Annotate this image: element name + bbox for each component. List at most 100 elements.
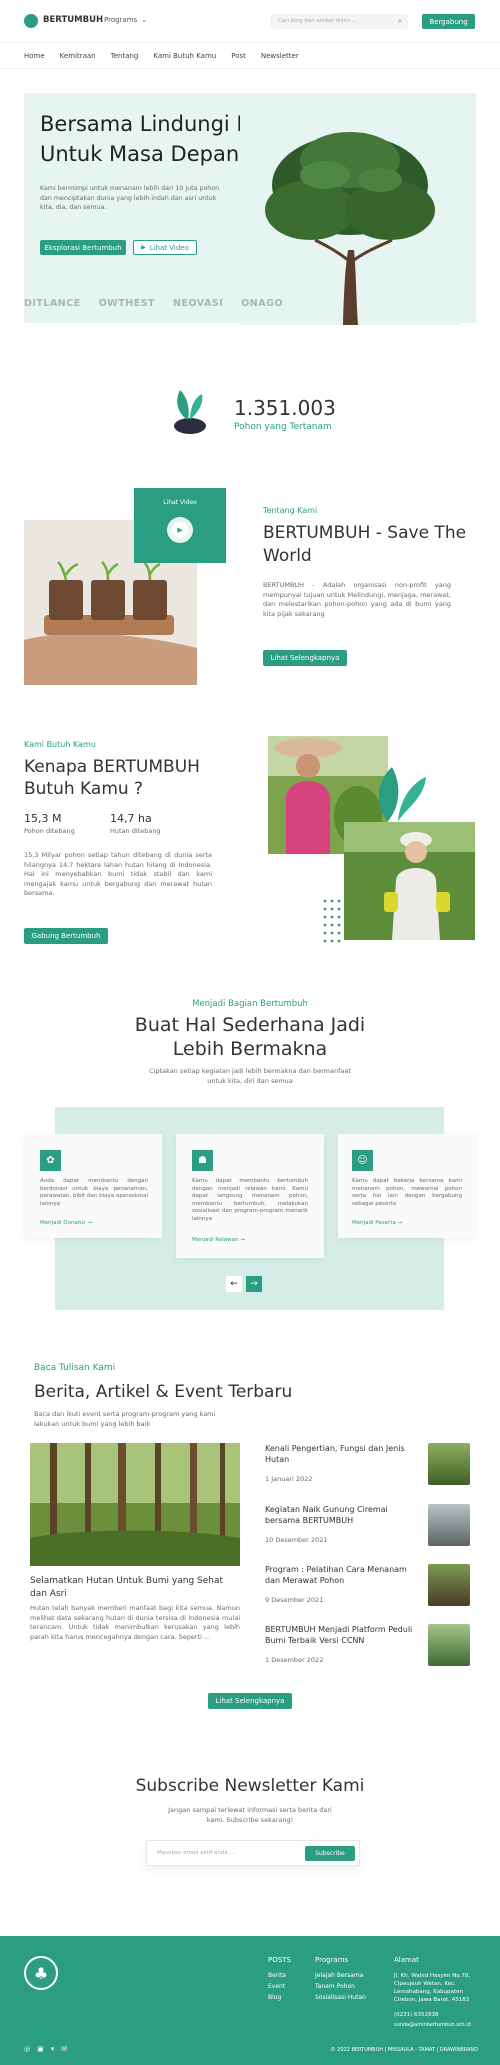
become-volunteer-link[interactable]: Menjadi Relawan → — [192, 1237, 245, 1243]
footer-logo-icon[interactable]: ♣ — [24, 1956, 58, 1990]
facebook-icon[interactable]: ▣ — [37, 2045, 44, 2053]
watch-video-button[interactable]: ▶ Lihat Video — [133, 240, 197, 255]
footer-email[interactable]: sunda@aminbertumbuh.sch.id — [394, 2022, 471, 2028]
partner-logo: NEOVASI — [173, 298, 224, 309]
article-item[interactable]: Kenali Pengertian, Fungsi dan Jenis Huta… — [265, 1443, 470, 1487]
logo-text[interactable]: BERTUMBUH — [43, 15, 103, 25]
hero-title-line2: Untuk Masa Depan — [40, 142, 240, 166]
join-kicker: Menjadi Bagian Bertumbuh — [192, 999, 308, 1009]
volunteer-card[interactable]: ☗ Kamu dapat membantu bertumbuh dengan m… — [176, 1134, 324, 1258]
play-icon: ▶ — [141, 244, 146, 251]
newsletter-email-input[interactable]: Masukan email aktif anda ... — [157, 1850, 235, 1856]
join-subtitle-line2: untuk kita, diri dan semua — [207, 1077, 293, 1085]
article-item[interactable]: Program : Pelatihan Cara Menanam dan Mer… — [265, 1564, 470, 1608]
partner-logo: OWTHEST — [98, 298, 156, 309]
article-thumbnail — [428, 1443, 470, 1485]
footer-copyright: © 2022 BERTUMBUH | MISSAULA - TAMAT | DR… — [330, 2047, 478, 2053]
articles-kicker: Baca Tulisan Kami — [34, 1363, 116, 1373]
become-participant-link[interactable]: Menjadi Peserta → — [352, 1220, 402, 1226]
article-date: 1 Desember 2022 — [265, 1656, 324, 1664]
article-title[interactable]: BERTUMBUH Menjadi Platform Peduli Bumi T… — [265, 1624, 423, 1646]
articles-more-button[interactable]: Lihat Selengkapnya — [208, 1693, 292, 1709]
featured-article-image[interactable] — [30, 1443, 240, 1566]
logo-icon[interactable] — [24, 14, 38, 28]
team-icon: ☗ — [192, 1150, 213, 1171]
partner-logos: DITLANCE OWTHEST NEOVASI ONAGO — [24, 298, 283, 309]
stats-label: Pohon yang Tertanam — [234, 422, 332, 432]
footer-programs-link[interactable]: Jelajah Bersama — [315, 1972, 363, 1979]
search-input[interactable]: Cari blog dan artikel disini ... — [278, 18, 357, 24]
instagram-icon[interactable]: ◎ — [24, 2045, 30, 2053]
article-title[interactable]: Kenali Pengertian, Fungsi dan Jenis Huta… — [265, 1443, 423, 1465]
partner-logo: ONAGO — [241, 298, 283, 309]
articles-title: Berita, Artikel & Event Terbaru — [34, 1382, 293, 1402]
plant-icon — [174, 390, 206, 434]
article-title[interactable]: Kegiatan Naik Gunung Ciremai bersama BER… — [265, 1504, 423, 1526]
nav-newsletter[interactable]: Newsletter — [261, 52, 299, 60]
article-item[interactable]: Kegiatan Naik Gunung Ciremai bersama BER… — [265, 1504, 470, 1548]
person-icon: ☺ — [352, 1150, 373, 1171]
footer-address-title: Alamat — [394, 1956, 419, 1964]
mail-icon[interactable]: ✉ — [61, 2045, 67, 2053]
leaf-decoration — [378, 767, 426, 821]
site-header: BERTUMBUH Programs ⌄ Cari blog dan artik… — [0, 0, 500, 42]
about-more-button[interactable]: Lihat Selengkapnya — [263, 650, 347, 666]
hero-tree-image — [240, 100, 460, 325]
programs-dropdown[interactable]: Programs ⌄ — [104, 16, 147, 24]
footer-posts-link[interactable]: Event — [268, 1983, 285, 1990]
article-thumbnail — [428, 1624, 470, 1666]
dots-decoration — [323, 899, 341, 943]
subscribe-button[interactable]: Subscribe — [305, 1846, 355, 1861]
newsletter-title: Subscribe Newsletter Kami — [135, 1776, 365, 1796]
video-card[interactable]: Lihat Video ▶ — [134, 488, 226, 563]
nav-home[interactable]: Home — [24, 52, 45, 60]
nav-tentang[interactable]: Tentang — [111, 52, 139, 60]
articles-subtitle-line2: lakukan untuk bumi yang lebih baik — [34, 1420, 151, 1428]
play-button-icon[interactable]: ▶ — [167, 517, 193, 543]
search-icon[interactable]: ⌕ — [398, 17, 402, 26]
footer-posts-link[interactable]: Blog — [268, 1994, 281, 2001]
watch-video-label: Lihat Video — [149, 243, 189, 252]
featured-article-title[interactable]: Selamatkan Hutan Untuk Bumi yang Sehat d… — [30, 1575, 240, 1601]
about-description: BERTUMBUH - Adalah organisasi non-profit… — [263, 581, 451, 618]
next-arrow-button[interactable]: → — [246, 1276, 262, 1292]
stats-count: 1.351.003 — [234, 396, 336, 420]
article-item[interactable]: BERTUMBUH Menjadi Platform Peduli Bumi T… — [265, 1624, 470, 1668]
participant-card[interactable]: ☺ Kamu dapat bekerja bersama kami menana… — [338, 1134, 476, 1238]
newsletter-form: Masukan email aktif anda ... Subscribe — [146, 1840, 360, 1866]
join-bertumbuh-button[interactable]: Gabung Bertumbuh — [24, 928, 108, 944]
join-title-line2: Lebih Bermakna — [172, 1038, 328, 1060]
programs-label: Programs — [104, 16, 138, 24]
card-text: Anda dapat membantu dengan berdonasi unt… — [40, 1178, 148, 1207]
card-text: Kamu dapat bekerja bersama kami menanam … — [352, 1178, 462, 1207]
become-donor-link[interactable]: Menjadi Donatur → — [40, 1220, 92, 1226]
video-card-label: Lihat Video — [163, 499, 197, 506]
join-button[interactable]: Bergabung — [422, 14, 475, 29]
footer: ♣ ◎ ▣ ▾ ✉ POSTS Berita Event Blog Progra… — [0, 1936, 500, 2065]
search-bar[interactable]: Cari blog dan artikel disini ... ⌕ — [270, 14, 408, 29]
articles-subtitle-line1: Baca dan ikuti event serta program-progr… — [34, 1410, 216, 1418]
footer-programs-link[interactable]: Sosialisasi Hutan — [315, 1994, 366, 2001]
chevron-down-icon: ⌄ — [141, 16, 148, 24]
newsletter-subtitle-line1: Jangan sampai terlewat informasi serta b… — [168, 1806, 332, 1814]
nav-post[interactable]: Post — [231, 52, 246, 60]
need-title-line1: Kenapa BERTUMBUH — [24, 757, 200, 777]
need-kicker: Kami Butuh Kamu — [24, 740, 96, 749]
footer-programs-link[interactable]: Tanam Pohon — [315, 1983, 355, 1990]
join-subtitle-line1: Ciptakan setiap kegiatan jadi lebih berm… — [149, 1067, 351, 1075]
explore-button[interactable]: Eksplorasi Bertumbuh — [40, 240, 126, 255]
article-title[interactable]: Program : Pelatihan Cara Menanam dan Mer… — [265, 1564, 423, 1586]
donate-card[interactable]: ✿ Anda dapat membantu dengan berdonasi u… — [24, 1134, 162, 1238]
nav-kami-butuh-kamu[interactable]: Kami Butuh Kamu — [153, 52, 216, 60]
stat-forest-value: 14,7 ha — [110, 812, 152, 825]
footer-posts-link[interactable]: Berita — [268, 1972, 286, 1979]
footer-posts-title: POSTS — [268, 1956, 291, 1964]
partner-logo: DITLANCE — [24, 298, 81, 309]
prev-arrow-button[interactable]: ← — [226, 1276, 242, 1292]
main-nav: Home Kemitraan Tentang Kami Butuh Kamu P… — [0, 42, 500, 69]
twitter-icon[interactable]: ▾ — [51, 2045, 55, 2053]
join-title-line1: Buat Hal Sederhana Jadi — [134, 1014, 366, 1036]
featured-article-text: Hutan telah banyak memberi manfaat bagi … — [30, 1604, 240, 1641]
nav-kemitraan[interactable]: Kemitraan — [60, 52, 96, 60]
donate-icon: ✿ — [40, 1150, 61, 1171]
